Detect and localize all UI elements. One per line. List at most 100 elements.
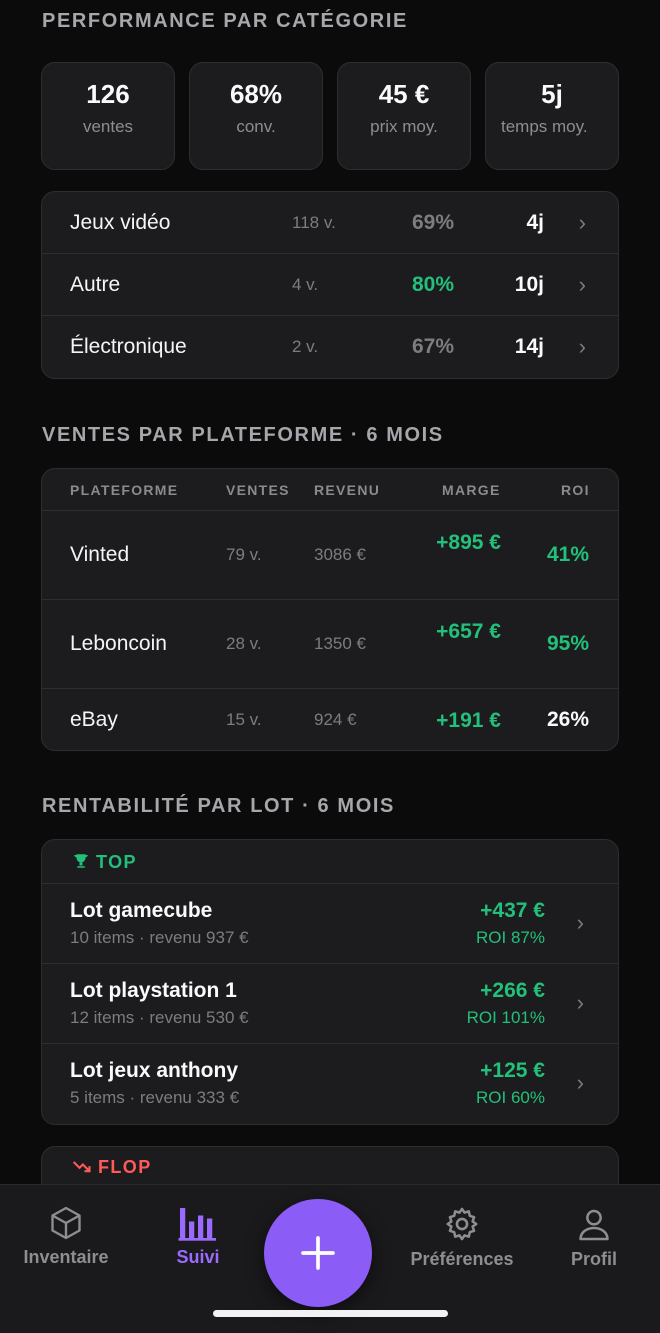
kpi-value: 45 € xyxy=(378,79,430,109)
lot-name: Lot playstation 1 xyxy=(70,979,237,1002)
platform-roi: 26% xyxy=(546,708,589,731)
tab-inventory[interactable]: Inventaire xyxy=(20,1205,112,1268)
category-count: 2 v. xyxy=(292,337,319,356)
kpi-label: ventes xyxy=(82,117,134,136)
category-count: 4 v. xyxy=(292,274,319,294)
lot-roi: ROI 60% xyxy=(476,1088,545,1107)
lot-name: Lot gamecube xyxy=(70,899,213,922)
top-label: TOP xyxy=(96,852,137,872)
kpi-value: 5j xyxy=(541,79,563,109)
platform-revenue: 3086 € xyxy=(314,545,366,564)
category-pct: 69% xyxy=(411,210,454,234)
lot-margin: +125 € xyxy=(480,1059,545,1082)
kpi-value: 68% xyxy=(229,79,283,109)
platform-revenue: 924 € xyxy=(314,710,357,729)
kpi-value: 126 xyxy=(86,79,130,109)
table-row: Vinted 79 v. 3086 € +895 € 41% xyxy=(42,511,618,600)
kpi-label: temps moy. xyxy=(501,117,588,136)
box-icon xyxy=(51,1206,81,1240)
category-row[interactable]: Jeux vidéo 118 v. 69% 4j › xyxy=(42,192,618,254)
table-row: eBay 15 v. 924 € +191 € 26% xyxy=(42,689,618,750)
platform-margin: +657 € xyxy=(436,620,501,643)
platform-revenue: 1350 € xyxy=(314,634,366,653)
platform-roi: 41% xyxy=(546,543,589,566)
platform-roi: 95% xyxy=(546,632,589,655)
top-lots-card: TOP Lot gamecube 10 items · revenu 937 €… xyxy=(41,839,619,1125)
chevron-right-icon: › xyxy=(576,990,584,1015)
kpi-avg-time: 5j temps moy. xyxy=(485,62,619,170)
platform-sales: 79 v. xyxy=(226,545,262,564)
tab-label: Profil xyxy=(570,1249,617,1269)
tab-label: Préférences xyxy=(410,1249,514,1269)
platform-margin: +895 € xyxy=(436,531,501,554)
gear-icon xyxy=(446,1207,478,1241)
category-days: 14j xyxy=(514,335,544,358)
category-days: 10j xyxy=(514,272,544,296)
tab-tracking[interactable]: Suivi xyxy=(166,1205,230,1268)
lot-row[interactable]: Lot playstation 1 12 items · revenu 530 … xyxy=(42,964,618,1044)
flop-label: FLOP xyxy=(98,1157,152,1177)
add-button[interactable] xyxy=(264,1199,372,1307)
tab-preferences[interactable]: Préférences xyxy=(404,1205,520,1270)
kpi-sales: 126 ventes xyxy=(41,62,175,170)
tab-profile[interactable]: Profil xyxy=(566,1205,622,1270)
chevron-right-icon: › xyxy=(578,271,586,297)
home-indicator xyxy=(213,1310,448,1317)
kpi-label: conv. xyxy=(236,117,276,136)
user-icon xyxy=(579,1209,609,1241)
platform-margin: +191 € xyxy=(436,709,501,732)
platform-name: eBay xyxy=(70,708,118,731)
category-list: Jeux vidéo 118 v. 69% 4j › Autre 4 v. 80… xyxy=(41,191,619,379)
lot-details: 10 items · revenu 937 € xyxy=(70,928,249,947)
column-header-platform: PLATEFORME xyxy=(70,482,179,498)
tab-label: Suivi xyxy=(176,1247,220,1267)
lot-row[interactable]: Lot jeux anthony 5 items · revenu 333 € … xyxy=(42,1044,618,1124)
kpi-conversion: 68% conv. xyxy=(189,62,323,170)
lot-roi: ROI 101% xyxy=(466,1008,545,1027)
flop-badge: FLOP xyxy=(72,1157,152,1178)
trending-down-icon xyxy=(72,1161,91,1173)
category-name: Autre xyxy=(70,272,121,296)
chevron-right-icon: › xyxy=(578,209,586,235)
lot-row[interactable]: Lot gamecube 10 items · revenu 937 € +43… xyxy=(42,884,618,964)
platform-table: PLATEFORME VENTES REVENU MARGE ROI Vinte… xyxy=(41,468,619,751)
category-pct: 80% xyxy=(411,272,454,296)
section-title-performance: PERFORMANCE PAR CATÉGORIE xyxy=(42,10,408,32)
column-header-roi: ROI xyxy=(561,482,590,498)
top-badge: TOP xyxy=(72,852,137,873)
column-header-revenue: REVENU xyxy=(314,482,381,498)
lot-details: 12 items · revenu 530 € xyxy=(70,1008,249,1027)
table-row: Leboncoin 28 v. 1350 € +657 € 95% xyxy=(42,600,618,689)
lot-roi: ROI 87% xyxy=(476,928,545,947)
category-days: 4j xyxy=(526,210,544,234)
lot-details: 5 items · revenu 333 € xyxy=(70,1088,240,1107)
category-count: 118 v. xyxy=(292,212,336,232)
lot-margin: +437 € xyxy=(480,899,545,922)
plus-icon xyxy=(301,1236,335,1270)
bar-chart-icon xyxy=(178,1208,216,1241)
platform-name: Leboncoin xyxy=(70,632,167,655)
lot-name: Lot jeux anthony xyxy=(70,1059,238,1082)
platform-sales: 15 v. xyxy=(226,710,262,729)
section-title-platforms: VENTES PAR PLATEFORME · 6 MOIS xyxy=(42,424,444,446)
lot-margin: +266 € xyxy=(480,979,545,1002)
kpi-avg-price: 45 € prix moy. xyxy=(337,62,471,170)
chevron-right-icon: › xyxy=(576,1070,584,1095)
column-header-sales: VENTES xyxy=(226,482,290,498)
tab-label: Inventaire xyxy=(23,1247,109,1267)
chevron-right-icon: › xyxy=(576,910,584,935)
platform-name: Vinted xyxy=(70,543,130,566)
kpi-row: 126 ventes 68% conv. 45 € prix moy. 5j t… xyxy=(41,62,619,170)
category-name: Électronique xyxy=(70,335,187,358)
kpi-label: prix moy. xyxy=(370,117,438,136)
category-pct: 67% xyxy=(411,335,454,358)
section-title-lots: RENTABILITÉ PAR LOT · 6 MOIS xyxy=(42,795,395,817)
platform-sales: 28 v. xyxy=(226,634,262,653)
top-lots-header: TOP xyxy=(42,840,618,884)
category-row[interactable]: Autre 4 v. 80% 10j › xyxy=(42,254,618,316)
trophy-icon xyxy=(74,854,88,868)
category-name: Jeux vidéo xyxy=(70,210,171,234)
category-row[interactable]: Électronique 2 v. 67% 14j › xyxy=(42,316,618,378)
chevron-right-icon: › xyxy=(578,334,586,359)
column-header-margin: MARGE xyxy=(442,482,501,498)
